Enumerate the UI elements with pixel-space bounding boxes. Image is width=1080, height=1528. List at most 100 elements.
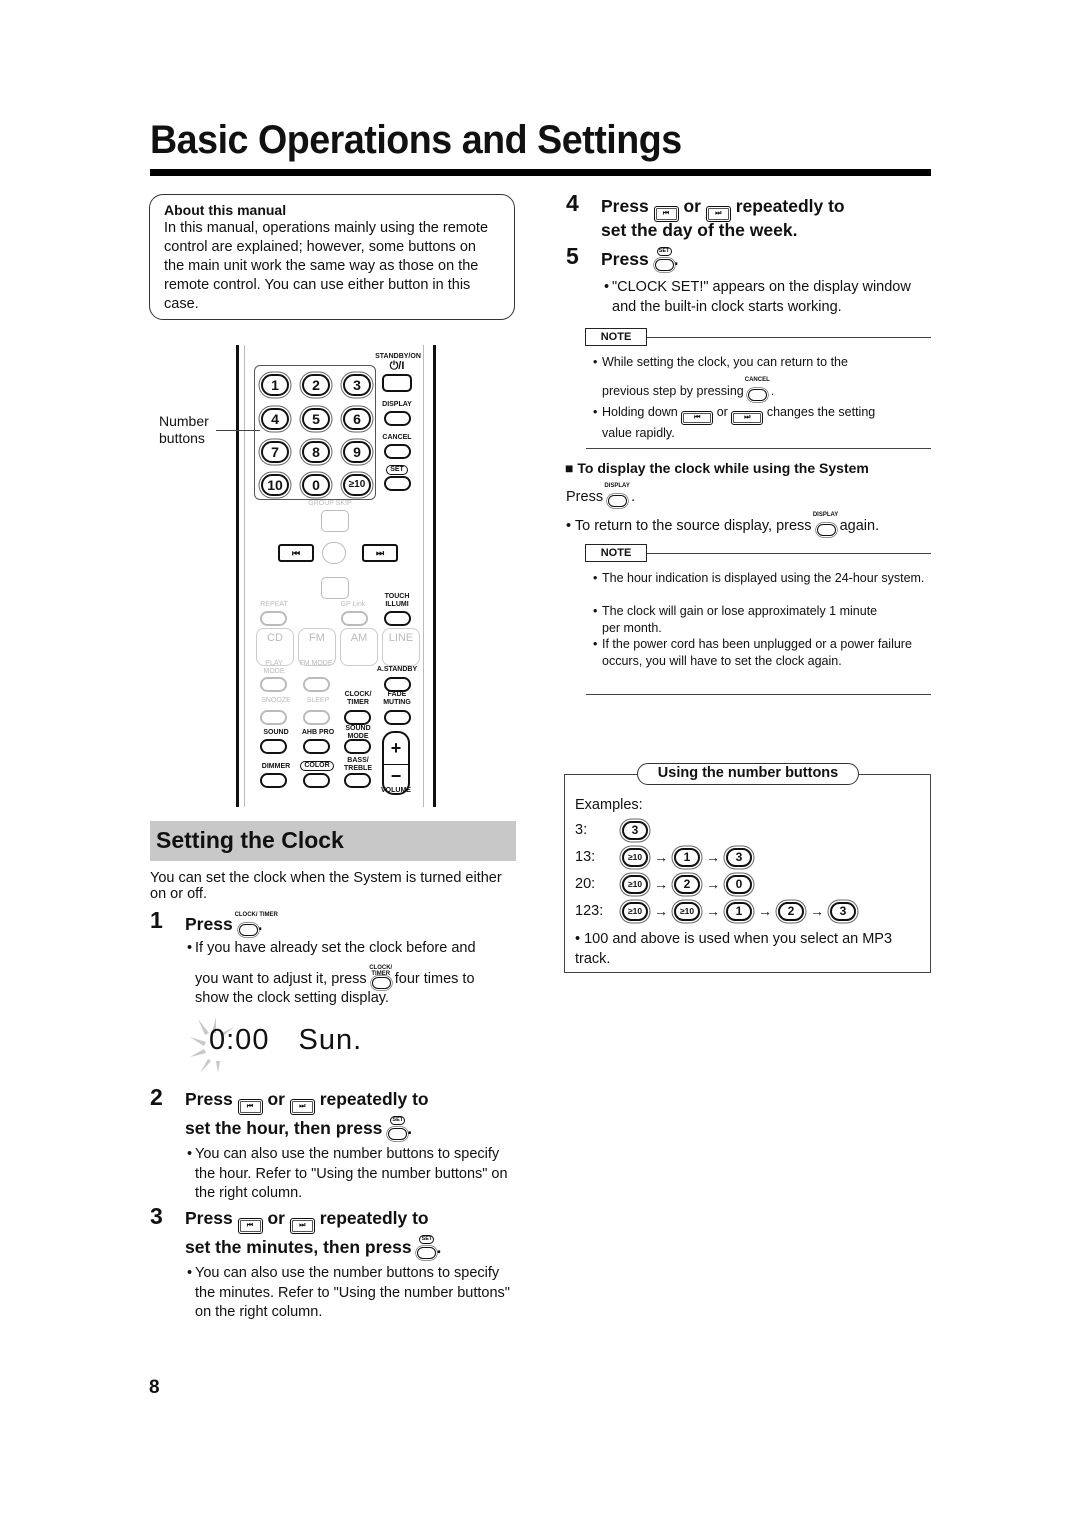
skip-prev-icon: ⏮: [237, 1218, 263, 1234]
set-icon: SET: [416, 1235, 437, 1259]
arrow-icon: →: [654, 849, 668, 866]
display-icon: DISPLAY: [813, 512, 838, 536]
number-button-icon: 3: [830, 901, 856, 921]
number-button-icon: 1: [674, 847, 700, 867]
number-button-6[interactable]: 6: [343, 408, 371, 430]
step-4-title-line-1: Press ⏮ or ⏭ repeatedly to: [601, 195, 845, 222]
stop-button[interactable]: [322, 542, 346, 564]
set-cap: SET: [656, 247, 672, 256]
number-button-icon: 2: [674, 874, 700, 894]
cc-sound-button[interactable]: [260, 739, 287, 754]
dimmer-button[interactable]: [260, 773, 287, 788]
note-1-item-1-line-1: While setting the clock, you can return …: [602, 355, 848, 369]
step-5-bullet: • "CLOCK SET!" appears on the display wi…: [604, 278, 937, 317]
cancel-cap: CANCEL: [744, 376, 770, 383]
volume-down-button[interactable]: −: [384, 764, 408, 787]
display-icon: DISPLAY: [604, 483, 630, 507]
number-button-4[interactable]: 4: [261, 408, 289, 430]
fm-mode-button[interactable]: [303, 677, 330, 692]
display-clock-press-text: Press: [566, 489, 604, 505]
touch-illumi-button[interactable]: [384, 611, 411, 626]
group-skip-down-button[interactable]: [321, 577, 349, 599]
note-2-bottom-rule: [586, 694, 931, 695]
bass-treble-label: BASS/ TREBLE: [344, 757, 372, 772]
repeat-button[interactable]: [260, 611, 287, 626]
arrow-icon: →: [654, 903, 668, 920]
number-button-9[interactable]: 9: [343, 441, 371, 463]
set-icon: SET: [654, 247, 674, 271]
number-button-plus10[interactable]: ≥10: [343, 474, 371, 496]
example-row: 123: ≥10 → ≥10 → 1 → 2 → 3: [575, 901, 858, 921]
sleep-button[interactable]: [303, 710, 330, 725]
play-mode-button[interactable]: [260, 677, 287, 692]
ahb-pro-button[interactable]: [303, 739, 330, 754]
repeat-label: REPEAT: [260, 601, 288, 608]
fade-muting-button[interactable]: [384, 710, 411, 725]
volume-rocker[interactable]: + −: [382, 731, 410, 795]
number-button-icon: 1: [726, 901, 752, 921]
number-buttons-box-title: Using the number buttons: [637, 763, 859, 785]
skip-next-icon: ⏭: [731, 411, 764, 425]
note-2-item-1: • The hour indication is displayed using…: [593, 570, 932, 587]
note-1-item-1: • While setting the clock, you can retur…: [593, 354, 932, 401]
set-cap: SET: [419, 1235, 435, 1244]
volume-up-button[interactable]: +: [384, 737, 408, 759]
sound-mode-label: SOUND MODE: [345, 725, 371, 740]
remote-left-inner-edge: [244, 345, 245, 807]
number-button-10[interactable]: 10: [261, 474, 289, 496]
fm-mode-label: FM MODE: [299, 660, 333, 667]
number-button-0[interactable]: 0: [302, 474, 330, 496]
cancel-button[interactable]: [384, 444, 411, 459]
number-button-5[interactable]: 5: [302, 408, 330, 430]
dimmer-label: DIMMER: [261, 763, 291, 770]
step-3-title-line-1: Press ⏮ or ⏭ repeatedly to: [185, 1207, 429, 1234]
gp-link-button[interactable]: [341, 611, 368, 626]
number-button-8[interactable]: 8: [302, 441, 330, 463]
skip-next-button[interactable]: ⏭: [362, 544, 398, 562]
a-standby-button[interactable]: [384, 677, 411, 692]
bullet-dot: •: [566, 518, 572, 534]
set-icon: SET: [387, 1116, 408, 1140]
cc-sound-label: SOUND: [263, 729, 289, 736]
skip-prev-icon: ⏮: [681, 411, 714, 425]
number-button-7[interactable]: 7: [261, 441, 289, 463]
skip-next-icon: ⏭: [289, 1099, 315, 1115]
step-1-bullet-line-3: show the clock setting display.: [195, 990, 389, 1006]
remote-control-illustration: Number buttons 1 2 3 4 5 6 7 8 9 10 0 ≥1…: [150, 345, 450, 807]
group-skip-up-button[interactable]: [321, 510, 349, 532]
line-button[interactable]: LINE: [382, 628, 420, 666]
example-label: 123:: [575, 903, 604, 919]
step-1-press: Press: [185, 914, 233, 934]
am-button[interactable]: AM: [340, 628, 378, 666]
step-1-bullet-text-b: you want to adjust it, press: [195, 970, 367, 987]
step-1-bullet-line-1: If you have already set the clock before…: [195, 940, 476, 956]
sound-mode-button[interactable]: [344, 739, 371, 754]
play-mode-label: PLAY MODE: [263, 660, 285, 675]
step-2-set-hour: set the hour, then press: [185, 1118, 383, 1138]
set-label: SET: [386, 465, 408, 475]
number-button-2[interactable]: 2: [302, 374, 330, 396]
cancel-icon: CANCEL: [744, 376, 770, 401]
about-manual-box: About this manual In this manual, operat…: [149, 194, 515, 320]
snooze-button[interactable]: [260, 710, 287, 725]
clock-timer-button[interactable]: [344, 710, 371, 725]
set-button[interactable]: [384, 476, 411, 491]
standby-button[interactable]: [382, 374, 412, 392]
display-button[interactable]: [384, 411, 411, 426]
display-cap: DISPLAY: [604, 483, 630, 489]
number-button-3[interactable]: 3: [343, 374, 371, 396]
number-button-icon: ≥10: [674, 901, 700, 921]
example-row: 3: 3: [575, 820, 650, 840]
arrow-icon: →: [654, 876, 668, 893]
note-1-item-1-text-b: previous step by pressing: [602, 383, 744, 398]
step-5-press: Press: [601, 249, 649, 269]
number-button-1[interactable]: 1: [261, 374, 289, 396]
color-button[interactable]: [303, 773, 330, 788]
skip-prev-button[interactable]: ⏮: [278, 544, 314, 562]
about-title: About this manual: [164, 202, 287, 218]
bass-treble-button[interactable]: [344, 773, 371, 788]
step-1-title: Press CLOCK/ TIMER.: [185, 912, 278, 936]
cancel-label: CANCEL: [382, 434, 412, 441]
arrow-icon: →: [758, 903, 772, 920]
number-button-icon: 2: [778, 901, 804, 921]
